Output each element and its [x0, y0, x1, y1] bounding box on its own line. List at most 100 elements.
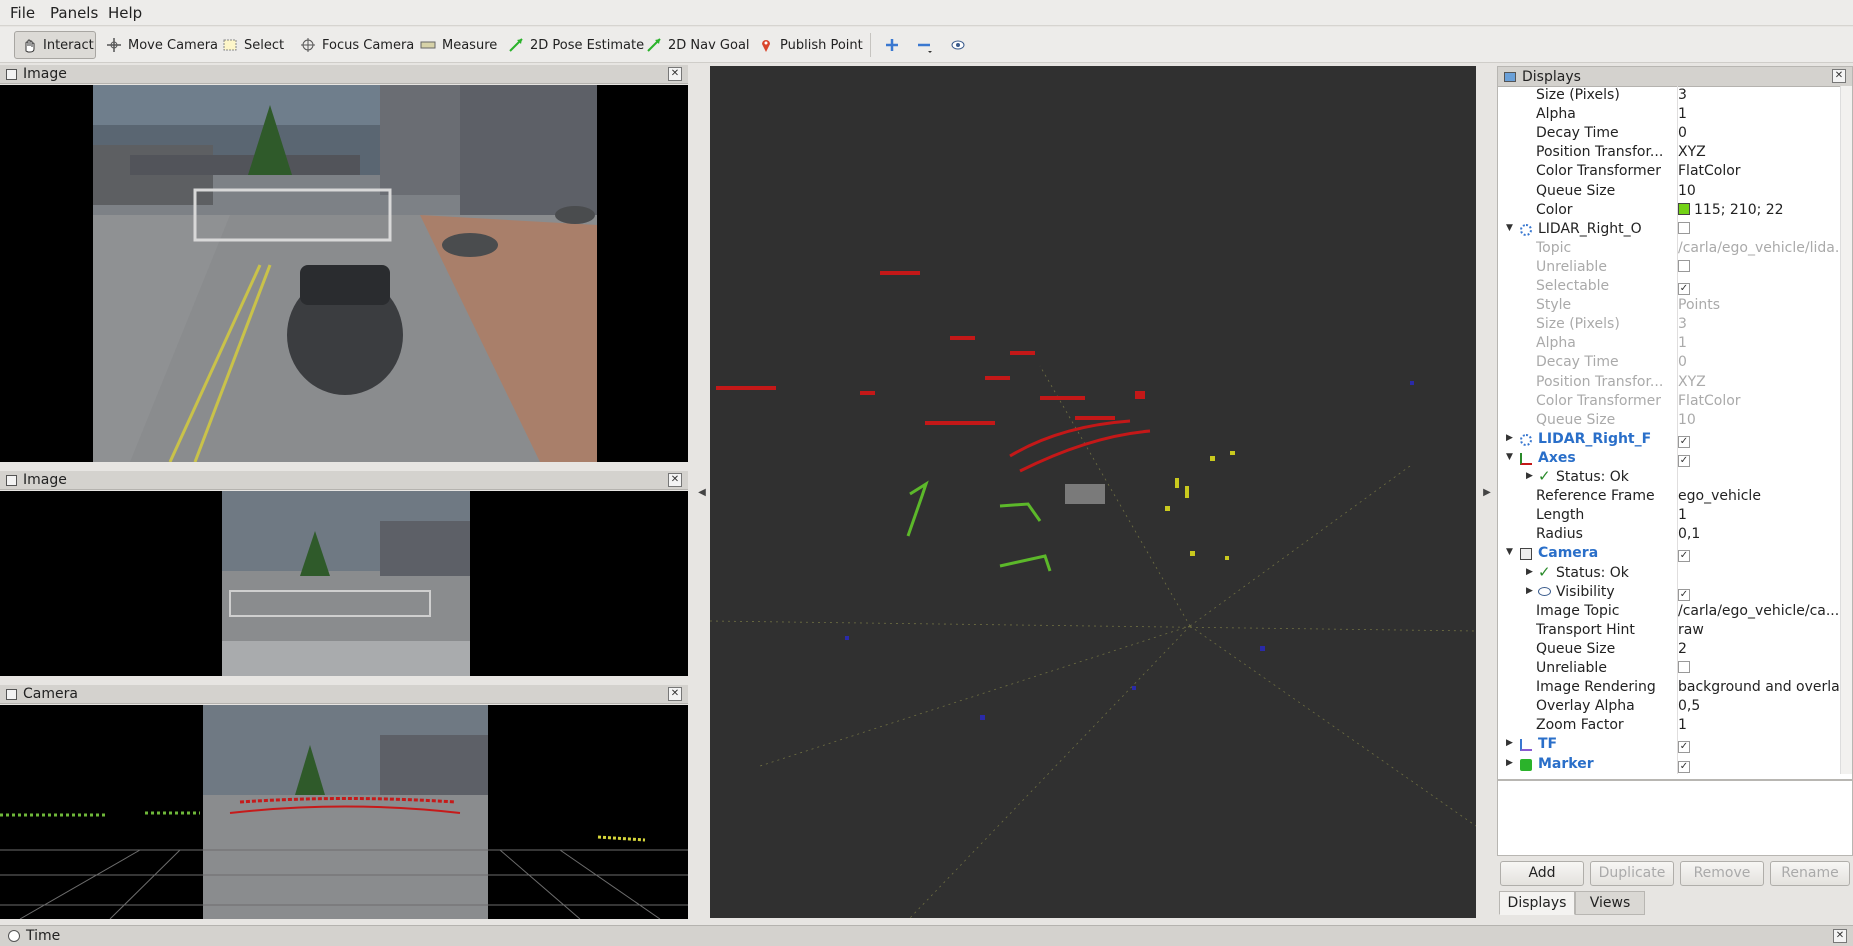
camera-panel[interactable] [0, 705, 688, 919]
property-value[interactable] [1678, 259, 1840, 275]
checkbox[interactable] [1678, 221, 1690, 234]
close-icon[interactable]: ✕ [668, 687, 682, 701]
property-value[interactable]: 0 [1678, 125, 1840, 141]
property-value[interactable]: ✓ [1678, 431, 1840, 448]
display-row[interactable]: Queue Size 2 [1498, 641, 1838, 660]
property-value[interactable]: 1 [1678, 335, 1840, 351]
tool-visibility-button[interactable] [944, 31, 972, 59]
checkbox[interactable]: ✓ [1678, 435, 1690, 448]
property-value[interactable]: FlatColor [1678, 393, 1840, 409]
color-swatch[interactable] [1678, 202, 1690, 215]
checkbox[interactable]: ✓ [1678, 454, 1690, 467]
close-icon[interactable]: ✕ [1833, 929, 1847, 943]
display-row[interactable]: Position Transfor... XYZ [1498, 374, 1838, 393]
expand-arrow-icon[interactable]: ▶ [1526, 586, 1533, 596]
close-icon[interactable]: ✕ [1832, 69, 1846, 83]
display-row[interactable]: Size (Pixels) 3 [1498, 87, 1838, 106]
expand-arrow-icon[interactable]: ▶ [1526, 471, 1533, 481]
expand-arrow-icon[interactable]: ▶ [1506, 738, 1513, 748]
remove-button[interactable]: Remove [1680, 861, 1764, 886]
display-row[interactable]: Size (Pixels) 3 [1498, 316, 1838, 335]
property-value[interactable]: 0,5 [1678, 698, 1840, 714]
property-value[interactable]: raw [1678, 622, 1840, 638]
display-row[interactable]: Queue Size 10 [1498, 183, 1838, 202]
display-row[interactable]: Image Topic/carla/ego_vehicle/ca... [1498, 603, 1840, 622]
display-row[interactable]: Unreliable [1498, 259, 1838, 278]
display-row[interactable]: Color 115; 210; 22 [1498, 202, 1838, 221]
display-row[interactable]: Unreliable [1498, 660, 1838, 679]
display-row[interactable]: Alpha 1 [1498, 106, 1838, 125]
rename-button[interactable]: Rename [1770, 861, 1850, 886]
add-tool-button[interactable] [878, 31, 906, 59]
checkbox[interactable]: ✓ [1678, 283, 1690, 295]
display-row[interactable]: Transport Hint raw [1498, 622, 1838, 641]
property-value[interactable] [1678, 660, 1840, 676]
property-value[interactable]: 2 [1678, 641, 1840, 657]
expand-arrow-icon[interactable]: ▼ [1506, 547, 1513, 557]
property-value[interactable]: ✓ [1678, 545, 1840, 563]
property-value[interactable]: 115; 210; 22 [1678, 202, 1840, 218]
property-value[interactable]: /carla/ego_vehicle/ca... [1678, 603, 1840, 619]
display-row[interactable]: ▶ LIDAR_Right_F ✓ [1498, 431, 1838, 450]
property-value[interactable]: 1 [1678, 106, 1840, 122]
property-value[interactable]: /carla/ego_vehicle/lida... [1678, 240, 1840, 256]
expand-arrow-icon[interactable]: ▼ [1506, 452, 1513, 462]
expand-arrow-icon[interactable]: ▶ [1506, 758, 1513, 768]
left-splitter[interactable]: ◀ [695, 66, 709, 918]
display-row[interactable]: Style Points [1498, 297, 1838, 316]
display-row[interactable]: ▶ TF ✓ [1498, 736, 1838, 755]
checkbox[interactable]: ✓ [1678, 760, 1690, 773]
property-value[interactable]: 3 [1678, 87, 1840, 103]
checkbox[interactable]: ✓ [1678, 741, 1690, 754]
display-row[interactable]: Radius 0,1 [1498, 526, 1838, 545]
display-row[interactable]: Reference Frame ego_vehicle [1498, 488, 1838, 507]
display-row[interactable]: Decay Time 0 [1498, 125, 1838, 144]
publish-point-button[interactable]: Publish Point [752, 31, 869, 59]
pose-estimate-button[interactable]: 2D Pose Estimate [502, 31, 650, 59]
expand-arrow-icon[interactable]: ▶ [1506, 433, 1513, 443]
focus-camera-button[interactable]: Focus Camera [294, 31, 420, 59]
property-value[interactable]: ✓ [1678, 736, 1840, 754]
tab-displays[interactable]: Displays [1499, 891, 1575, 915]
property-value[interactable]: XYZ [1678, 374, 1840, 390]
display-row[interactable]: ▶ ✓ Status: Ok [1498, 563, 1838, 584]
display-row[interactable]: ▼ LIDAR_Right_O [1498, 221, 1838, 240]
checkbox[interactable] [1678, 259, 1690, 272]
property-value[interactable]: Points [1678, 297, 1840, 313]
interact-button[interactable]: Interact [14, 31, 96, 59]
property-value[interactable]: 0,1 [1678, 526, 1840, 542]
close-icon[interactable]: ✕ [668, 67, 682, 81]
measure-button[interactable]: Measure [414, 31, 503, 59]
property-value[interactable]: 3 [1678, 316, 1840, 332]
duplicate-button[interactable]: Duplicate [1590, 861, 1674, 886]
select-button[interactable]: Select [216, 31, 290, 59]
remove-tool-button[interactable] [910, 31, 938, 59]
display-row[interactable]: Topic/carla/ego_vehicle/lida... [1498, 240, 1840, 259]
move-camera-button[interactable]: Move Camera [100, 31, 224, 59]
property-value[interactable]: ✓ [1678, 584, 1840, 601]
image-panel-1[interactable] [0, 85, 688, 462]
display-row[interactable]: Position Transfor... XYZ [1498, 144, 1838, 163]
close-icon[interactable]: ✕ [668, 473, 682, 487]
property-value[interactable]: 10 [1678, 412, 1840, 428]
menu-file[interactable]: File [10, 4, 35, 22]
expand-arrow-icon[interactable]: ▶ [1526, 567, 1533, 577]
checkbox[interactable] [1678, 661, 1690, 673]
tab-views[interactable]: Views [1575, 891, 1645, 915]
display-row[interactable]: Selectable ✓ [1498, 278, 1838, 297]
display-tree[interactable]: Size (Pixels) 3 Alpha 1 Decay Time 0 Position … [1498, 87, 1840, 774]
display-row[interactable]: Alpha 1 [1498, 335, 1838, 354]
checkbox[interactable]: ✓ [1678, 550, 1690, 563]
menu-panels[interactable]: Panels [50, 4, 98, 22]
expand-arrow-icon[interactable]: ▼ [1506, 223, 1513, 233]
display-row[interactable]: Decay Time 0 [1498, 354, 1838, 373]
display-row[interactable]: Overlay Alpha 0,5 [1498, 698, 1838, 717]
display-row[interactable]: Color Transformer FlatColor [1498, 393, 1838, 412]
property-value[interactable]: ✓ [1678, 450, 1840, 467]
nav-goal-button[interactable]: 2D Nav Goal [640, 31, 756, 59]
property-value[interactable]: XYZ [1678, 144, 1840, 160]
checkbox[interactable]: ✓ [1678, 588, 1690, 601]
menu-help[interactable]: Help [108, 4, 142, 22]
property-value[interactable]: 1 [1678, 507, 1840, 523]
property-value[interactable]: ego_vehicle [1678, 488, 1840, 504]
